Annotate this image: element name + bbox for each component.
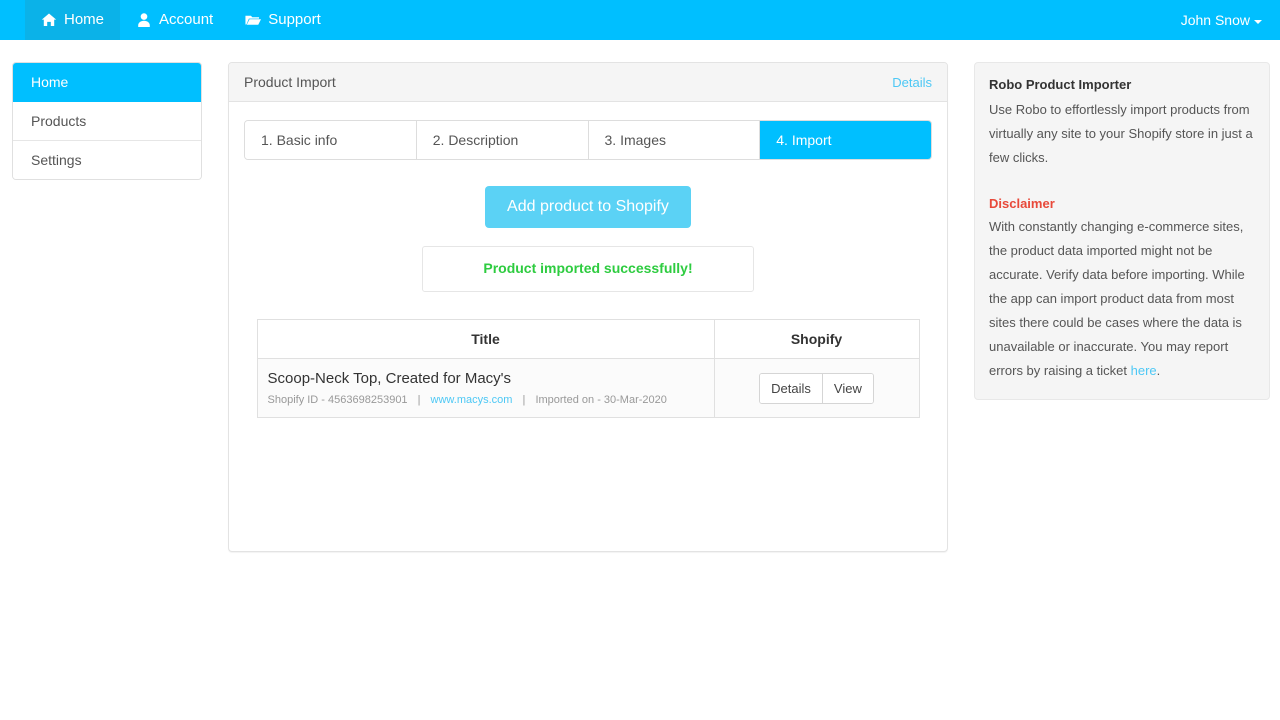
product-import-card: Product Import Details 1. Basic info 2. … — [228, 62, 948, 552]
product-imported-date: Imported on - 30-Mar-2020 — [535, 394, 667, 406]
import-status-box: Product imported successfully! — [422, 246, 754, 292]
info-panel-description: Use Robo to effortlessly import products… — [989, 102, 1253, 165]
top-navbar: Home Account Support John Snow — [0, 0, 1280, 40]
row-view-button[interactable]: View — [822, 373, 873, 403]
row-action-button-group: Details View — [759, 372, 874, 404]
nav-item-home-label: Home — [64, 11, 105, 28]
card-details-link[interactable]: Details — [892, 75, 932, 90]
nav-item-account[interactable]: Account — [120, 0, 229, 40]
sidebar-item-products-label: Products — [31, 113, 87, 129]
table-header-row: Title Shopify — [257, 319, 919, 359]
add-product-to-shopify-button[interactable]: Add product to Shopify — [485, 186, 691, 228]
user-icon — [136, 12, 152, 28]
product-title-cell: Scoop-Neck Top, Created for Macy's Shopi… — [257, 358, 715, 418]
nav-item-account-label: Account — [159, 11, 214, 28]
user-menu[interactable]: John Snow — [1181, 12, 1262, 28]
imported-products-table: Title Shopify Scoop-Neck Top, Created fo… — [256, 319, 920, 418]
product-meta: Shopify ID - 4563698253901 | www.macys.c… — [268, 394, 704, 406]
tab-images-label: 3. Images — [604, 132, 666, 148]
nav-item-support[interactable]: Support — [229, 0, 337, 40]
product-actions-cell: Details View — [714, 358, 919, 418]
tab-images[interactable]: 3. Images — [588, 121, 761, 159]
sidebar-item-settings[interactable]: Settings — [13, 141, 201, 179]
tab-basic-info[interactable]: 1. Basic info — [245, 121, 417, 159]
tab-basic-info-label: 1. Basic info — [261, 132, 338, 148]
page-title: Product Import — [244, 74, 336, 90]
step-tabs: 1. Basic info 2. Description 3. Images 4… — [244, 120, 932, 160]
sidebar-item-home[interactable]: Home — [13, 63, 201, 102]
disclaimer-text: With constantly changing e-commerce site… — [989, 219, 1245, 378]
navbar-links: Home Account Support — [25, 0, 337, 40]
tab-description[interactable]: 2. Description — [416, 121, 589, 159]
page-body: Home Products Settings Product Import De… — [0, 40, 1280, 552]
tab-import-label: 4. Import — [776, 132, 832, 148]
disclaimer-title: Disclaimer — [989, 196, 1055, 211]
table-row: Scoop-Neck Top, Created for Macy's Shopi… — [257, 358, 919, 418]
import-success-message: Product imported successfully! — [483, 260, 693, 276]
column-header-shopify: Shopify — [714, 319, 919, 359]
sidebar: Home Products Settings — [12, 62, 202, 180]
tab-description-label: 2. Description — [432, 132, 519, 148]
product-title: Scoop-Neck Top, Created for Macy's — [267, 370, 512, 387]
info-panel-title: Robo Product Importer — [989, 77, 1132, 92]
tab-import[interactable]: 4. Import — [760, 121, 931, 159]
home-icon — [41, 12, 57, 28]
sidebar-item-settings-label: Settings — [31, 152, 82, 168]
nav-item-support-label: Support — [268, 11, 321, 28]
import-action-area: Add product to Shopify Product imported … — [244, 186, 932, 292]
disclaimer-body: With constantly changing e-commerce site… — [989, 215, 1255, 383]
meta-separator-1: | — [417, 394, 421, 406]
navbar-right: John Snow — [1181, 0, 1262, 40]
sidebar-item-home-label: Home — [31, 74, 69, 90]
support-ticket-link[interactable]: here — [1131, 363, 1157, 378]
card-body: 1. Basic info 2. Description 3. Images 4… — [229, 102, 947, 433]
product-shopify-id: Shopify ID - 4563698253901 — [267, 394, 408, 406]
sidebar-item-products[interactable]: Products — [13, 102, 201, 141]
chevron-down-icon — [1254, 19, 1262, 24]
info-panel: Robo Product Importer Use Robo to effort… — [974, 62, 1270, 400]
folder-open-icon — [245, 12, 262, 28]
meta-separator-2: | — [522, 394, 526, 406]
column-header-title: Title — [257, 319, 715, 359]
product-source-link[interactable]: www.macys.com — [431, 394, 513, 406]
card-header: Product Import Details — [229, 63, 947, 102]
row-details-button[interactable]: Details — [760, 373, 823, 403]
user-menu-label: John Snow — [1180, 12, 1250, 28]
disclaimer-tail: . — [1156, 363, 1161, 378]
nav-item-home[interactable]: Home — [25, 0, 121, 40]
